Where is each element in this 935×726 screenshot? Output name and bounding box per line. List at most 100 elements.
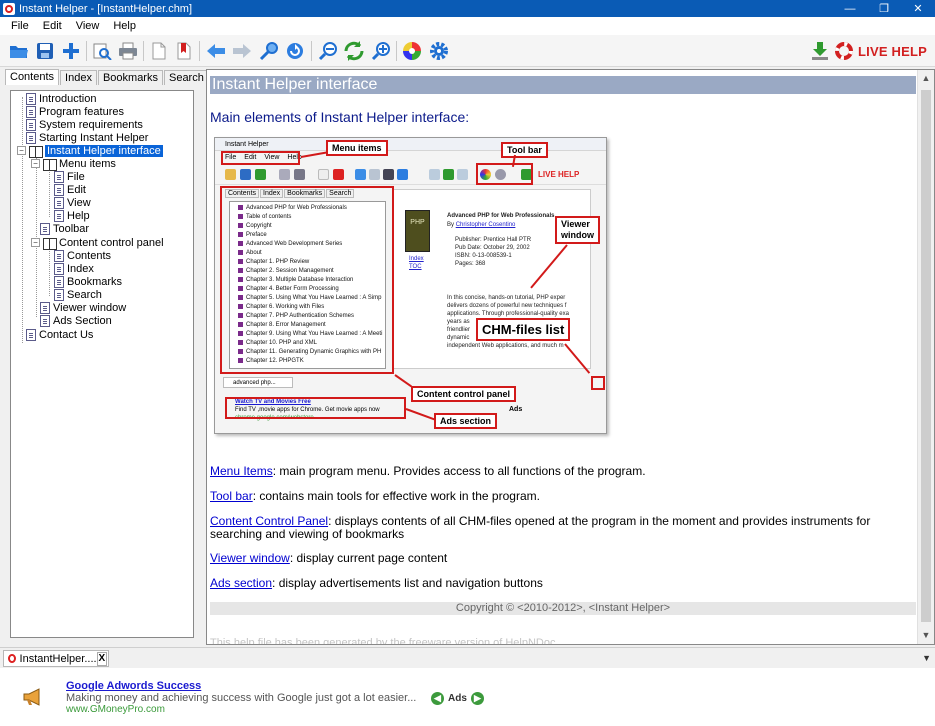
minimize-button[interactable]: — (833, 3, 867, 15)
settings-gear-icon[interactable] (428, 40, 450, 62)
restore-button[interactable]: ❐ (867, 2, 901, 15)
tree-item-search[interactable]: Search (54, 288, 102, 301)
scroll-up-icon[interactable]: ▲ (918, 70, 934, 87)
tree-item-view[interactable]: View (54, 196, 91, 209)
book-isbn: ISBN: 0-13-008539-1 (455, 253, 512, 259)
download-icon[interactable] (810, 41, 830, 61)
page-icon (54, 249, 64, 262)
book-pages: Pages: 368 (455, 261, 486, 267)
zoom-out-icon (429, 169, 440, 180)
tree-item-edit[interactable]: Edit (54, 183, 86, 196)
ad-url[interactable]: www.GMoneyPro.com (66, 704, 165, 715)
description-ads-section: Ads section: display advertisements list… (210, 577, 916, 590)
page-icon (26, 105, 36, 118)
menu-file[interactable]: File (0, 20, 36, 32)
callout-chm-files-list: CHM-files list (476, 318, 571, 341)
generator-footer: This help file has been generated by the… (210, 637, 556, 645)
live-help-button[interactable]: LIVE HELP (858, 44, 927, 59)
menu-view[interactable]: View (69, 20, 107, 32)
viewer-text-line: independent Web applications, and much m (447, 343, 564, 349)
close-tab-button[interactable]: X (96, 651, 107, 666)
book-title: Advanced PHP for Web Professionals (447, 213, 555, 219)
collapse-toggle[interactable]: − (31, 238, 40, 247)
sync-icon[interactable] (343, 40, 365, 62)
callout-box-chm-list (591, 376, 605, 390)
tree-item-index[interactable]: Index (54, 262, 94, 275)
page-icon (26, 328, 36, 341)
tree-item-bookmarks[interactable]: Bookmarks (54, 275, 122, 288)
tree-item-starting-instant-helper[interactable]: Starting Instant Helper (26, 131, 148, 144)
open-folder-icon[interactable] (8, 40, 30, 62)
zoom-out-icon[interactable] (317, 40, 339, 62)
tree-item-program-features[interactable]: Program features (26, 105, 124, 118)
tree-item-contact-us[interactable]: Contact Us (26, 328, 93, 341)
callout-viewer-window: Viewer window (555, 216, 600, 244)
tree-item-file[interactable]: File (54, 170, 85, 183)
chevron-down-icon[interactable]: ▼ (922, 653, 931, 663)
tree-item-system-requirements[interactable]: System requirements (26, 118, 143, 131)
page-title: Instant Helper interface (210, 76, 916, 94)
color-wheel-icon[interactable] (401, 40, 423, 62)
folder-icon (225, 169, 236, 180)
new-page-icon[interactable] (148, 40, 170, 62)
forward-icon[interactable] (231, 40, 253, 62)
toolbar-separator (86, 41, 87, 61)
link-ads-section[interactable]: Ads section (210, 576, 272, 590)
menu-help[interactable]: Help (106, 20, 143, 32)
page-icon (54, 196, 64, 209)
bookmark-icon[interactable] (173, 40, 195, 62)
tree-item-help[interactable]: Help (54, 209, 90, 222)
tree-item-menu-items[interactable]: − Menu items (31, 157, 116, 171)
link-menu-items[interactable]: Menu Items (210, 464, 273, 478)
app-logo-icon (3, 2, 15, 15)
live-help-area: LIVE HELP (810, 40, 927, 62)
tree-item-contents[interactable]: Contents (54, 249, 111, 262)
viewer-text-line: years as (447, 319, 470, 325)
doc-tab-label: InstantHelper.... (19, 652, 97, 665)
ad-title-link[interactable]: Google Adwords Success (66, 680, 201, 692)
refresh-icon[interactable] (284, 40, 306, 62)
tree-item-introduction[interactable]: Introduction (26, 92, 96, 105)
scroll-down-icon[interactable]: ▼ (918, 627, 934, 644)
collapse-toggle[interactable]: − (31, 159, 40, 168)
print-icon[interactable] (117, 40, 139, 62)
link-tool-bar[interactable]: Tool bar (210, 489, 253, 503)
add-icon[interactable] (60, 40, 82, 62)
menu-edit[interactable]: Edit (36, 20, 69, 32)
book-publisher: Publisher: Prentice Hall PTR (455, 237, 532, 243)
open-book-icon (43, 237, 57, 250)
link-viewer-window[interactable]: Viewer window (210, 551, 290, 565)
close-button[interactable]: ✕ (901, 2, 935, 15)
tree-item-ads-section[interactable]: Ads Section (40, 314, 112, 327)
next-ad-icon[interactable]: ▶ (470, 692, 484, 705)
search-icon[interactable] (258, 40, 280, 62)
scrollbar-thumb[interactable] (921, 90, 931, 622)
menu-bar: File Edit View Help (0, 17, 935, 35)
page-icon (54, 209, 64, 222)
tree-item-toolbar[interactable]: Toolbar (40, 222, 89, 235)
screenshot-link-index: Index (409, 256, 424, 262)
vertical-scrollbar[interactable]: ▲ ▼ (917, 70, 934, 644)
description-menu-items: Menu Items: main program menu. Provides … (210, 465, 916, 478)
zoom-in-icon[interactable] (370, 40, 392, 62)
doc-tab-instanthelper[interactable]: InstantHelper.... X (3, 650, 109, 667)
link-content-control-panel[interactable]: Content Control Panel (210, 514, 328, 528)
tab-index[interactable]: Index (60, 70, 97, 85)
page-icon (318, 169, 329, 180)
tree-item-content-control-panel[interactable]: − Content control panel (31, 236, 164, 250)
ads-navigation: ◀ Ads ▶ (431, 692, 484, 705)
collapse-toggle[interactable]: − (17, 146, 26, 155)
open-book-icon (29, 145, 43, 158)
previous-ad-icon[interactable]: ◀ (431, 692, 444, 705)
page-icon (54, 183, 64, 196)
viewer-text-line: delivers dozens of powerful new techniqu… (447, 303, 567, 309)
tab-bookmarks[interactable]: Bookmarks (97, 70, 163, 85)
print-preview-icon[interactable] (91, 40, 113, 62)
tree-item-viewer-window[interactable]: Viewer window (40, 301, 126, 314)
save-icon[interactable] (34, 40, 56, 62)
screenshot-doc-tab: advanced php... (223, 377, 293, 388)
tree-item-instant-helper-interface[interactable]: − Instant Helper interface (17, 144, 163, 158)
tab-search[interactable]: Search (163, 70, 209, 85)
back-icon[interactable] (205, 40, 227, 62)
tab-contents[interactable]: Contents (5, 69, 60, 85)
